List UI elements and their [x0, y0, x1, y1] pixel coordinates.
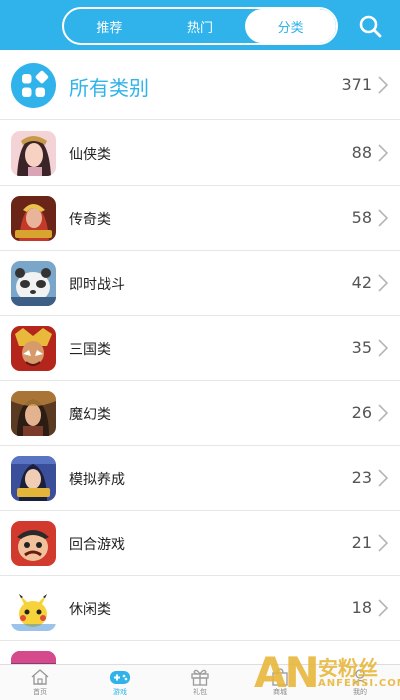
nav-store-label: 商城 [273, 688, 287, 696]
chevron-right-icon [378, 599, 388, 617]
all-categories-count: 371 [341, 75, 372, 94]
nav-games-label: 游戏 [113, 688, 127, 696]
category-name: 模拟养成 [69, 472, 125, 488]
category-count: 42 [351, 273, 372, 292]
list-item[interactable]: 魔幻类 26 [0, 381, 400, 446]
list-item[interactable]: 休闲类 18 [0, 576, 400, 641]
chevron-right-icon [378, 144, 388, 162]
category-count: 21 [351, 533, 372, 552]
tab-hot[interactable]: 热门 [155, 9, 246, 43]
category-count: 23 [351, 468, 372, 487]
nav-gifts[interactable]: 礼包 [160, 665, 240, 700]
nav-profile-label: 我的 [353, 688, 367, 696]
list-item[interactable]: 传奇类 58 [0, 186, 400, 251]
category-name: 魔幻类 [69, 407, 111, 423]
category-name: 仙侠类 [69, 147, 111, 163]
category-count: 35 [351, 338, 372, 357]
list-item[interactable]: 回合游戏 21 [0, 511, 400, 576]
tab-recommend[interactable]: 推荐 [64, 9, 155, 43]
gamepad-icon [110, 671, 130, 684]
game-thumbnail [11, 131, 56, 176]
chevron-right-icon [378, 274, 388, 292]
game-thumbnail [11, 391, 56, 436]
grid-icon [11, 63, 56, 108]
nav-gifts-label: 礼包 [193, 688, 207, 696]
profile-icon [352, 669, 368, 686]
game-thumbnail [11, 456, 56, 501]
chevron-right-icon [378, 404, 388, 422]
game-thumbnail [11, 261, 56, 306]
category-name: 休闲类 [69, 602, 111, 618]
category-name: 回合游戏 [69, 537, 125, 553]
category-list: 仙侠类 88 传奇类 58 即时战斗 42 三国类 35 魔幻类 26 模拟养成… [0, 121, 400, 700]
nav-games[interactable]: 游戏 [80, 665, 160, 700]
category-name: 三国类 [69, 342, 111, 358]
chevron-right-icon [378, 469, 388, 487]
category-count: 88 [351, 143, 372, 162]
nav-profile[interactable]: 我的 [320, 665, 400, 700]
search-icon[interactable] [358, 14, 382, 38]
category-name: 传奇类 [69, 212, 111, 228]
category-count: 58 [351, 208, 372, 227]
game-thumbnail [11, 326, 56, 371]
list-item[interactable]: 模拟养成 23 [0, 446, 400, 511]
gift-icon [191, 669, 209, 686]
home-icon [31, 669, 49, 685]
store-icon [272, 668, 288, 686]
category-name: 即时战斗 [69, 277, 125, 293]
tab-switcher: 推荐 热门 分类 [62, 7, 338, 45]
chevron-right-icon [378, 339, 388, 357]
tab-category[interactable]: 分类 [245, 9, 336, 43]
top-bar: 推荐 热门 分类 [0, 0, 400, 50]
category-count: 26 [351, 403, 372, 422]
list-item[interactable]: 仙侠类 88 [0, 121, 400, 186]
chevron-right-icon [378, 209, 388, 227]
nav-home-label: 首页 [33, 688, 47, 696]
chevron-right-icon [378, 76, 388, 94]
chevron-right-icon [378, 534, 388, 552]
game-thumbnail [11, 586, 56, 631]
nav-home[interactable]: 首页 [0, 665, 80, 700]
bottom-navigation: 首页 游戏 礼包 商城 我的 [0, 664, 400, 700]
game-thumbnail [11, 196, 56, 241]
game-thumbnail [11, 521, 56, 566]
all-categories-row[interactable]: 所有类别 371 [0, 50, 400, 120]
all-categories-label: 所有类别 [69, 76, 149, 100]
list-item[interactable]: 三国类 35 [0, 316, 400, 381]
list-item[interactable]: 即时战斗 42 [0, 251, 400, 316]
app-screen: 推荐 热门 分类 所有类别 371 仙侠类 88 传奇类 58 即时战斗 42 … [0, 0, 400, 700]
nav-store[interactable]: 商城 [240, 665, 320, 700]
category-count: 18 [351, 598, 372, 617]
